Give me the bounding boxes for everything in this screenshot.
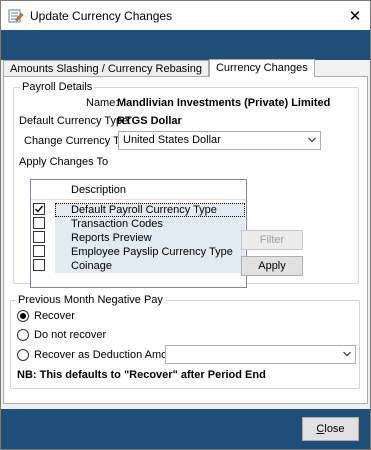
list-item-label: Transaction Codes <box>55 217 245 231</box>
dialog-window: Update Currency Changes ✕ Amounts Slashi… <box>0 0 371 450</box>
name-label: Name: <box>86 97 119 109</box>
close-button[interactable]: Close <box>302 417 359 441</box>
edit-form-icon <box>8 9 24 23</box>
default-currency-label: Default Currency Type: <box>19 115 132 127</box>
checkbox[interactable] <box>33 245 45 257</box>
list-item-label: Reports Preview <box>55 231 245 245</box>
tab-amounts-slashing[interactable]: Amounts Slashing / Currency Rebasing <box>3 60 209 77</box>
tab-panel-currency-changes: Payroll Details Name: Mandlivian Investm… <box>3 76 368 404</box>
deduction-amount-select[interactable] <box>165 345 356 364</box>
list-item[interactable]: Employee Payslip Currency Type <box>31 245 246 259</box>
recover-radio[interactable] <box>17 310 29 322</box>
default-currency-value: RTGS Dollar <box>117 115 182 127</box>
tab-currency-changes[interactable]: Currency Changes <box>208 59 315 77</box>
list-header-description: Description <box>31 180 246 200</box>
change-currency-select[interactable]: United States Dollar <box>118 131 321 150</box>
negative-pay-group: Previous Month Negative Pay Recover Do n… <box>10 294 360 389</box>
checkbox[interactable] <box>33 203 45 215</box>
do-not-recover-radio[interactable] <box>17 329 29 341</box>
recover-as-deduction-label: Recover as Deduction Amount <box>34 349 183 361</box>
change-currency-selected: United States Dollar <box>123 134 221 146</box>
list-item-label: Default Payroll Currency Type <box>55 203 245 217</box>
checkbox[interactable] <box>33 231 45 243</box>
recover-as-deduction-radio[interactable] <box>17 349 29 361</box>
list-item-label: Employee Payslip Currency Type <box>55 245 245 259</box>
period-end-note: NB: This defaults to "Recover" after Per… <box>17 369 266 381</box>
payroll-details-group: Payroll Details Name: Mandlivian Investm… <box>13 81 359 288</box>
checkbox[interactable] <box>33 259 45 271</box>
recover-label: Recover <box>34 310 75 322</box>
title-bar: Update Currency Changes ✕ <box>1 1 370 30</box>
close-window-icon[interactable]: ✕ <box>340 1 370 30</box>
chevron-down-icon <box>308 137 316 143</box>
chevron-down-icon <box>343 351 351 357</box>
list-item[interactable]: Reports Preview <box>31 231 246 245</box>
change-currency-label: Change Currency To: <box>24 135 128 147</box>
list-item[interactable]: Coinage <box>31 259 246 273</box>
filter-button[interactable]: Filter <box>241 230 303 250</box>
tab-strip: Amounts Slashing / Currency Rebasing Cur… <box>3 59 315 77</box>
payroll-details-legend: Payroll Details <box>20 81 95 93</box>
checkbox[interactable] <box>33 217 45 229</box>
list-item-label: Coinage <box>55 259 245 273</box>
header-band <box>1 30 370 60</box>
do-not-recover-label: Do not recover <box>34 329 107 341</box>
apply-changes-label: Apply Changes To <box>19 156 109 168</box>
apply-changes-list[interactable]: Description Default Payroll Currency Typ… <box>30 179 247 288</box>
apply-button[interactable]: Apply <box>241 256 303 276</box>
list-item[interactable]: Default Payroll Currency Type <box>31 203 246 217</box>
company-name-value: Mandlivian Investments (Private) Limited <box>117 97 331 109</box>
checkmark-icon <box>35 205 44 213</box>
list-item[interactable]: Transaction Codes <box>31 217 246 231</box>
negative-pay-legend: Previous Month Negative Pay <box>16 294 165 306</box>
window-title: Update Currency Changes <box>30 9 173 23</box>
